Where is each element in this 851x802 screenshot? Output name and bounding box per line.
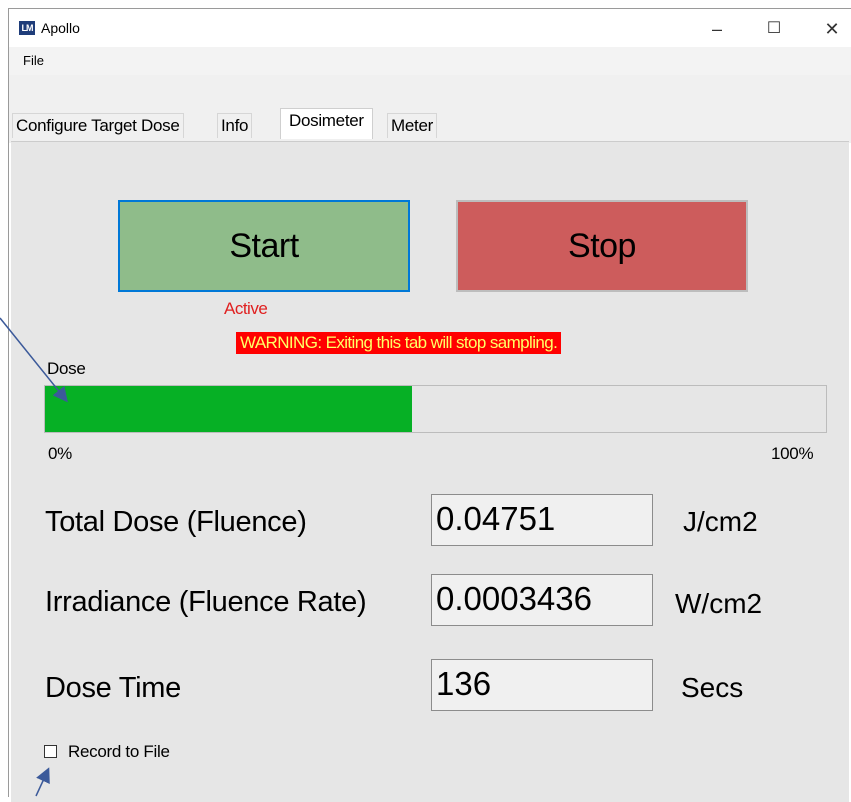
total-dose-value: 0.04751	[431, 494, 653, 546]
dose-bar-min-label: 0%	[48, 444, 72, 463]
tab-dosimeter[interactable]: Dosimeter	[280, 108, 373, 139]
start-button[interactable]: Start	[118, 200, 410, 292]
total-dose-label: Total Dose (Fluence)	[45, 506, 307, 538]
window-title: Apollo	[41, 20, 80, 36]
dose-progress-fill	[45, 386, 413, 432]
dose-bar-label: Dose	[47, 359, 86, 378]
app-logo-icon: LM	[19, 21, 35, 35]
close-icon[interactable]: ✕	[817, 17, 847, 41]
tab-info[interactable]: Info	[217, 113, 253, 138]
record-to-file-checkbox[interactable]	[44, 745, 57, 758]
tab-configure-target-dose[interactable]: Configure Target Dose	[12, 113, 184, 138]
status-text: Active	[224, 299, 268, 318]
dose-time-unit: Secs	[681, 672, 744, 703]
warning-banner: WARNING: Exiting this tab will stop samp…	[236, 332, 562, 354]
irradiance-label: Irradiance (Fluence Rate)	[45, 586, 367, 618]
tab-strip: Configure Target Dose Info Dosimeter Met…	[9, 75, 851, 143]
dose-time-value: 136	[431, 659, 653, 711]
menu-file[interactable]: File	[23, 53, 44, 68]
stop-button[interactable]: Stop	[456, 200, 748, 292]
dose-bar-max-label: 100%	[771, 444, 814, 463]
minimize-icon[interactable]: –	[702, 17, 732, 41]
menu-bar: File	[9, 47, 851, 75]
title-bar[interactable]: LM Apollo – ☐ ✕	[9, 9, 851, 47]
irradiance-unit: W/cm2	[675, 588, 763, 619]
dose-progress-bar	[44, 385, 827, 433]
tab-meter[interactable]: Meter	[387, 113, 437, 138]
dose-time-label: Dose Time	[45, 672, 181, 704]
app-window: LM Apollo – ☐ ✕ File Configure Target Do…	[8, 8, 851, 802]
dosimeter-panel: Start Stop Active WARNING: Exiting this …	[11, 141, 849, 802]
irradiance-value: 0.0003436	[431, 574, 653, 626]
maximize-icon[interactable]: ☐	[759, 17, 789, 41]
total-dose-unit: J/cm2	[683, 506, 758, 537]
record-to-file-label: Record to File	[68, 742, 170, 761]
